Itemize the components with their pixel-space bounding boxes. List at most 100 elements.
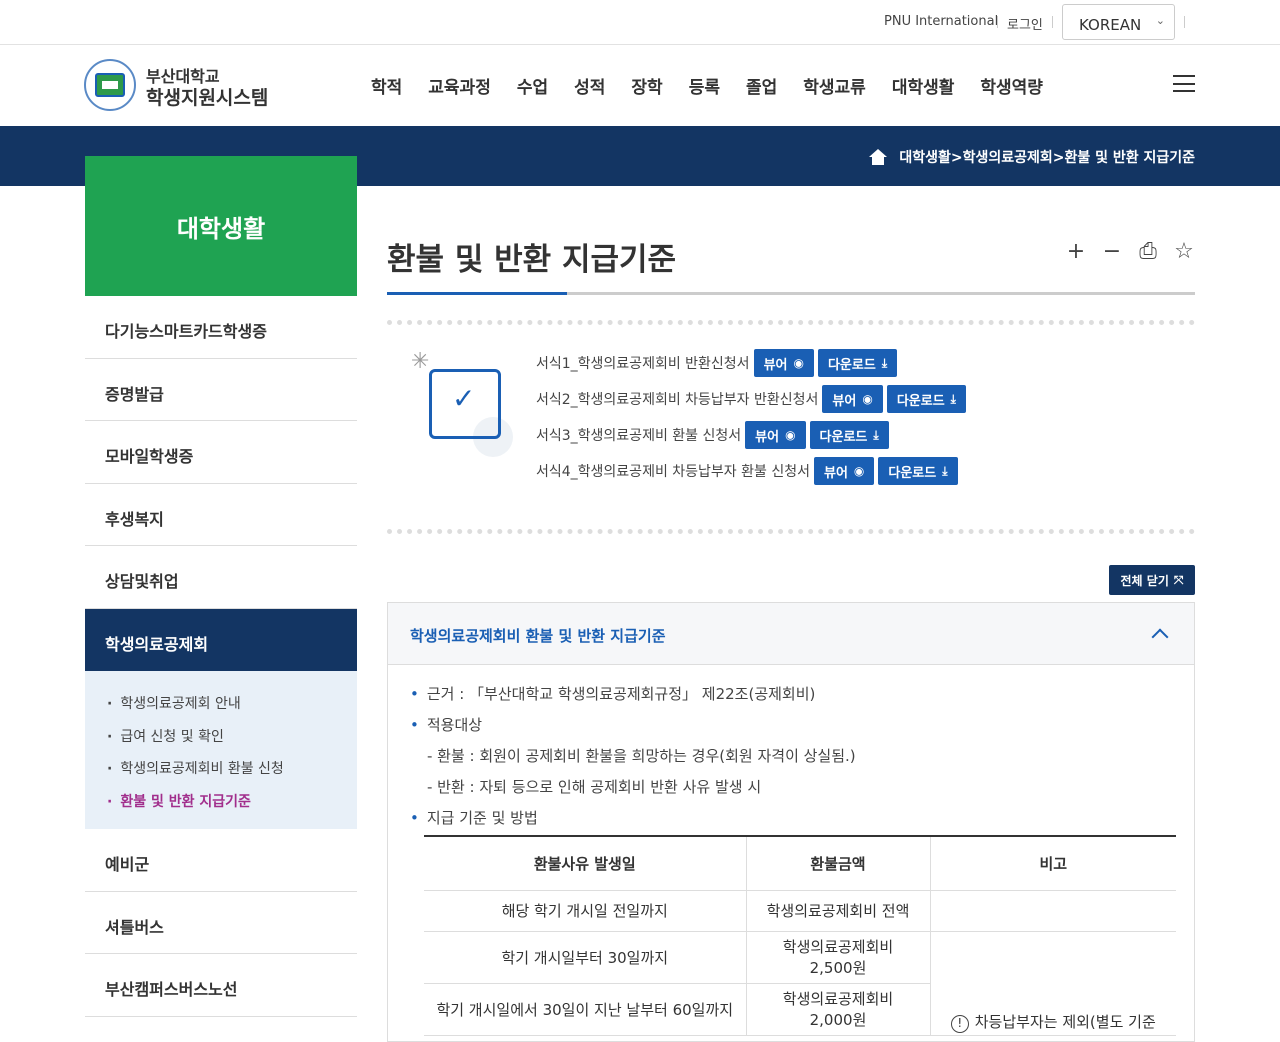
breadcrumb: 대학생활>학생의료공제회>환불 및 반환 지급기준 [869, 147, 1195, 167]
sidebar-item[interactable]: 후생복지 [85, 484, 357, 546]
nav-item-grades[interactable]: 성적 [574, 73, 605, 98]
language-select[interactable]: KOREAN ⌄ [1062, 4, 1175, 40]
document-icon: ✳ [411, 349, 521, 459]
title-underline [387, 292, 1195, 295]
menu-icon[interactable] [1173, 75, 1195, 92]
table-cell-note: ! 차등납부자는 제외(별도 기준 [929, 931, 1176, 1036]
minus-icon[interactable]: − [1101, 241, 1123, 263]
accordion-panel: 학생의료공제회비 환불 및 반환 지급기준 근거 : 「부산대학교 학생의료공제… [387, 602, 1195, 1042]
form-row: 서식1_학생의료공제회비 반환신청서 뷰어 ◉ 다운로드 ⤓ [536, 345, 970, 381]
form-name: 서식1_학생의료공제회비 반환신청서 [536, 356, 750, 372]
sidebar-submenu: 학생의료공제회 안내 급여 신청 및 확인 학생의료공제회비 환불 신청 환불 … [85, 671, 357, 829]
accordion-title: 학생의료공제회비 환불 및 반환 지급기준 [410, 627, 666, 645]
star-icon[interactable]: ☆ [1173, 241, 1195, 263]
return-text: - 반환 : 자퇴 등으로 인해 공제회비 반환 사유 발생 시 [427, 778, 762, 796]
close-all-button[interactable]: 전체 닫기 ⤧ [1109, 565, 1195, 595]
sidebar-subitem[interactable]: 학생의료공제회 안내 [107, 685, 357, 718]
form-name: 서식4_학생의료공제비 차등납부자 환불 신청서 [536, 464, 810, 480]
page-title: 환불 및 반환 지급기준 [387, 242, 677, 278]
sidebar-item-active[interactable]: 학생의료공제회 [85, 608, 357, 671]
table-cell: 학기 개시일부터 30일까지 [424, 931, 746, 984]
download-button[interactable]: 다운로드 ⤓ [878, 457, 958, 485]
sidebar-item[interactable]: 상담및취업 [85, 546, 357, 609]
form-name: 서식2_학생의료공제회비 차등납부자 반환신청서 [536, 392, 819, 408]
viewer-button[interactable]: 뷰어 ◉ [813, 457, 875, 485]
viewer-button[interactable]: 뷰어 ◉ [745, 421, 806, 449]
plus-icon[interactable]: + [1065, 241, 1087, 263]
form-download-box: ✳ 서식1_학생의료공제회비 반환신청서 뷰어◉ 다운로드⤓ 서식2_학생의료공… [387, 320, 1195, 534]
form-name: 서식3_학생의료공제비 환불 신청서 [536, 428, 742, 444]
refund-text: - 환불 : 회원이 공제회비 환불을 희망하는 경우(회원 자격이 상실됨.) [427, 747, 856, 765]
divider [1184, 16, 1185, 28]
table-cell: 학기 개시일에서 30일이 지난 날부터 60일까지 [424, 983, 746, 1036]
top-utility-bar: PNU International 로그인 KOREAN ⌄ [0, 0, 1280, 45]
eye-icon: ◉ [785, 428, 796, 442]
nav-item-scholarship[interactable]: 장학 [631, 73, 662, 98]
home-icon[interactable] [869, 149, 888, 165]
sidebar-item[interactable]: 셔틀버스 [85, 892, 357, 954]
sidebar-subitem-current[interactable]: 환불 및 반환 지급기준 [107, 783, 357, 816]
divider [997, 16, 998, 28]
criteria-heading: 지급 기준 및 방법 [410, 807, 1174, 838]
download-icon: ⤓ [873, 427, 879, 442]
eye-icon: ◉ [862, 392, 873, 406]
nav-item-exchange[interactable]: 학생교류 [803, 73, 866, 98]
form-list: 서식1_학생의료공제회비 반환신청서 뷰어 ◉ 다운로드 ⤓ 서식2_학생의료공제회… [536, 345, 970, 489]
chevron-up-icon[interactable] [1151, 628, 1169, 646]
nav-item-academic[interactable]: 학적 [371, 73, 402, 98]
sidebar-item[interactable]: 예비군 [85, 829, 357, 892]
sidebar-item[interactable]: 부산캠퍼스버스노선 [85, 954, 357, 1017]
sidebar: 대학생활 다기능스마트카드학생증 증명발급 모바일학생증 후생복지 상담및취업 … [85, 156, 357, 1017]
download-button[interactable]: 다운로드 ⤓ [817, 349, 898, 377]
nav-item-graduation[interactable]: 졸업 [746, 73, 777, 98]
table-cell: 학생의료공제회비 2,500원 [745, 931, 930, 984]
sidebar-subitem[interactable]: 학생의료공제회비 환불 신청 [107, 750, 357, 783]
download-button[interactable]: 다운로드 ⤓ [886, 385, 966, 413]
nav-item-competency[interactable]: 학생역량 [980, 73, 1043, 98]
page-tools: + − ⎙ ☆ [1051, 241, 1195, 263]
table-header: 환불사유 발생일 [424, 835, 746, 891]
basis-text: 근거 : 「부산대학교 학생의료공제회규정」 제22조(공제회비) [410, 683, 1174, 714]
nav-item-class[interactable]: 수업 [517, 73, 548, 98]
language-value: KOREAN [1079, 16, 1142, 34]
form-row: 서식3_학생의료공제비 환불 신청서 뷰어 ◉ 다운로드 ⤓ [536, 417, 970, 453]
sidebar-item[interactable]: 증명발급 [85, 359, 357, 421]
refund-criteria-table: 환불사유 발생일 환불금액 비고 해당 학기 개시일 전일까지 학생의료공제회비… [424, 835, 1176, 1036]
nav-item-campus-life[interactable]: 대학생활 [892, 73, 955, 98]
divider [1052, 16, 1053, 28]
table-row: 해당 학기 개시일 전일까지 학생의료공제회비 전액 [424, 890, 1176, 932]
brand-system[interactable]: 학생지원시스템 [146, 83, 268, 110]
sidebar-subitem[interactable]: 급여 신청 및 확인 [107, 718, 357, 751]
header: 부산대학교 학생지원시스템 학적 교육과정 수업 성적 장학 등록 졸업 학생교… [0, 45, 1280, 126]
login-link[interactable]: 로그인 [1007, 14, 1043, 33]
form-row: 서식4_학생의료공제비 차등납부자 환불 신청서 뷰어 ◉ 다운로드 ⤓ [536, 453, 970, 489]
download-icon: ⤓ [881, 355, 888, 370]
table-cell [929, 890, 1176, 932]
eye-icon: ◉ [853, 464, 865, 478]
accordion-body: 근거 : 「부산대학교 학생의료공제회규정」 제22조(공제회비) 적용대상 -… [388, 665, 1194, 838]
eye-icon: ◉ [793, 356, 804, 370]
nav-item-curriculum[interactable]: 교육과정 [428, 73, 491, 98]
breadcrumb-path[interactable]: 대학생활>학생의료공제회>환불 및 반환 지급기준 [899, 147, 1195, 167]
accordion-header[interactable]: 학생의료공제회비 환불 및 반환 지급기준 [388, 603, 1194, 665]
viewer-button[interactable]: 뷰어 ◉ [822, 385, 883, 413]
target-heading: 적용대상 [410, 714, 1174, 745]
sidebar-title: 대학생활 [85, 156, 357, 296]
chevron-down-icon: ⌄ [1155, 14, 1165, 27]
table-header: 환불금액 [745, 835, 930, 891]
download-button[interactable]: 다운로드 ⤓ [809, 421, 889, 449]
nav-item-registration[interactable]: 등록 [689, 73, 720, 98]
main-navigation: 학적 교육과정 수업 성적 장학 등록 졸업 학생교류 대학생활 학생역량 [358, 73, 1056, 98]
table-cell: 학생의료공제회비 전액 [745, 890, 930, 932]
pnu-international-link[interactable]: PNU International [884, 14, 998, 29]
table-row: 학기 개시일부터 30일까지 학생의료공제회비 2,500원 ! 차등납부자는 제… [424, 931, 1176, 1036]
sidebar-item[interactable]: 모바일학생증 [85, 421, 357, 484]
collapse-icon: ⤧ [1173, 572, 1184, 587]
viewer-button[interactable]: 뷰어 ◉ [753, 349, 814, 377]
print-icon[interactable]: ⎙ [1137, 241, 1159, 263]
university-logo[interactable] [84, 59, 136, 111]
table-header: 비고 [929, 835, 1176, 891]
sidebar-item[interactable]: 다기능스마트카드학생증 [85, 296, 357, 359]
table-cell: 해당 학기 개시일 전일까지 [424, 890, 746, 932]
table-cell: 학생의료공제회비 2,000원 [745, 983, 930, 1036]
